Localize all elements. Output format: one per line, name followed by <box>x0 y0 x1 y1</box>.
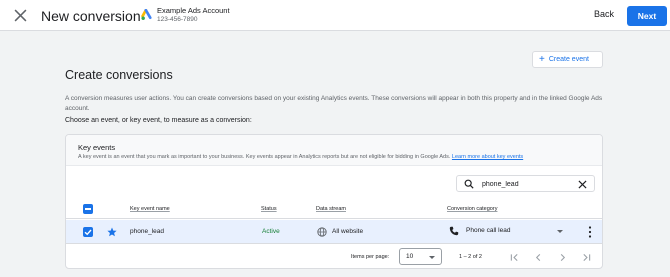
card-description-text: A key event is an event that you mark as… <box>78 154 451 160</box>
create-event-label: Create event <box>548 56 589 63</box>
column-conversion-category[interactable]: Conversion category <box>447 206 497 212</box>
card-title: Key events <box>78 143 116 152</box>
account-id: 123-456-7890 <box>157 16 198 23</box>
row-checkbox[interactable] <box>83 227 93 237</box>
star-icon[interactable] <box>107 227 117 237</box>
learn-more-link[interactable]: Learn more about key events <box>452 154 523 160</box>
key-events-card: Key events A key event is an event that … <box>65 134 603 269</box>
more-vert-icon[interactable] <box>588 226 592 238</box>
column-key-event-name[interactable]: Key event name <box>130 206 170 212</box>
conversion-category-select[interactable]: Phone call lead <box>466 226 566 238</box>
check-icon <box>84 229 92 236</box>
conversion-category-value: Phone call lead <box>466 227 511 234</box>
items-per-page-label: Items per page: <box>351 254 390 260</box>
clear-icon[interactable] <box>578 180 587 189</box>
chevron-down-icon <box>429 256 435 259</box>
pagination-range: 1 – 2 of 2 <box>459 254 482 260</box>
create-event-button[interactable]: + Create event <box>532 51 603 68</box>
items-per-page-value: 10 <box>406 253 414 260</box>
section-description: A conversion measures user actions. You … <box>65 95 603 112</box>
search-box <box>456 175 595 192</box>
items-per-page-select[interactable]: 10 <box>399 248 442 265</box>
phone-icon <box>449 226 459 236</box>
plus-icon: + <box>539 54 545 65</box>
previous-page-icon[interactable] <box>534 253 543 262</box>
search-input[interactable] <box>482 178 570 190</box>
pagination: Items per page: 10 1 – 2 of 2 <box>66 245 602 268</box>
column-status[interactable]: Status <box>261 206 277 212</box>
table-row[interactable]: phone_lead Active All website Phone call… <box>66 220 602 244</box>
next-button[interactable]: Next <box>627 6 667 26</box>
top-bar: New conversion Example Ads Account 123-4… <box>0 0 670 31</box>
back-button[interactable]: Back <box>594 9 614 19</box>
card-description: A key event is an event that you mark as… <box>78 154 523 160</box>
table-header: Key event name Status Data stream Conver… <box>66 201 602 219</box>
chevron-down-icon <box>557 230 563 233</box>
card-header: Key events A key event is an event that … <box>66 135 602 166</box>
status-badge: Active <box>262 228 280 235</box>
globe-icon <box>317 227 327 237</box>
choose-prompt: Choose an event, or key event, to measur… <box>65 117 252 124</box>
column-data-stream[interactable]: Data stream <box>316 206 346 212</box>
next-page-icon[interactable] <box>558 253 567 262</box>
first-page-icon[interactable] <box>510 253 519 262</box>
data-stream: All website <box>332 228 364 235</box>
page-title: New conversion <box>41 8 141 24</box>
close-icon[interactable] <box>14 9 27 22</box>
google-ads-logo <box>141 9 152 20</box>
account-name: Example Ads Account <box>157 6 230 15</box>
select-all-checkbox[interactable] <box>83 204 93 214</box>
last-page-icon[interactable] <box>582 253 591 262</box>
search-icon <box>464 179 474 189</box>
key-event-name: phone_lead <box>130 228 164 235</box>
section-title: Create conversions <box>65 68 173 82</box>
